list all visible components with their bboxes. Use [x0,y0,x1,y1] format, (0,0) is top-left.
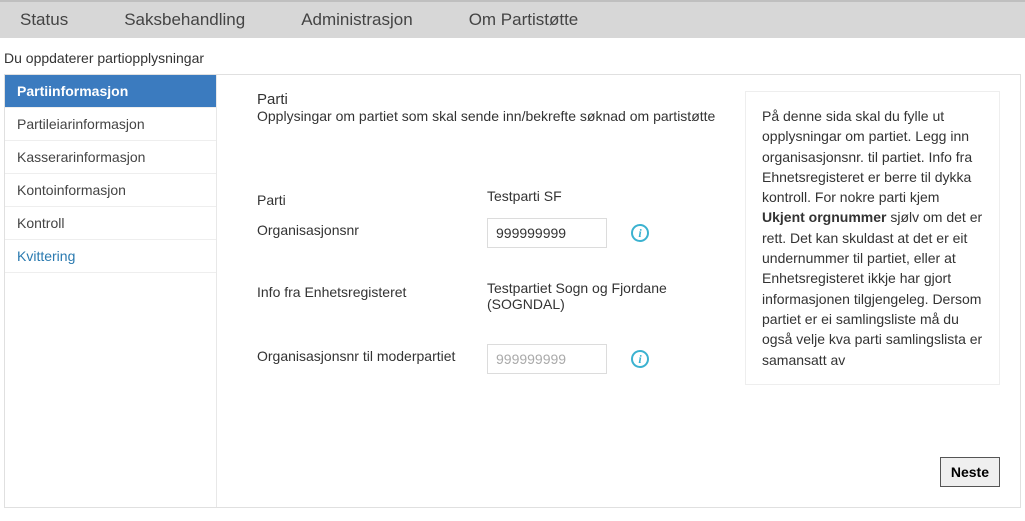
next-button[interactable]: Neste [940,457,1000,487]
help-text-1: På denne sida skal du fylle ut opplysnin… [762,108,972,205]
row-parti: Parti Testparti SF [257,188,717,208]
help-text-2: sjølv om det er rett. Det kan skuldast a… [762,209,982,367]
value-parent-orgnr-wrapper: i [487,344,717,374]
label-parent-orgnr: Organisasjonsnr til moderpartiet [257,344,487,364]
button-row: Neste [257,457,1000,487]
help-panel: På denne sida skal du fylle ut opplysnin… [745,91,1000,385]
nav-item-administrasjon[interactable]: Administrasjon [289,6,425,34]
value-orgnr-wrapper: i [487,218,717,248]
value-enreg: Testpartiet Sogn og Fjordane (SOGNDAL) [487,280,717,312]
nav-item-status[interactable]: Status [8,6,80,34]
label-orgnr: Organisasjonsnr [257,218,487,238]
input-parent-orgnr[interactable] [487,344,607,374]
help-bold: Ukjent orgnummer [762,209,886,225]
form-column: Parti Opplysingar om partiet som skal se… [257,91,717,385]
sidebar-item-kontoinformasjon[interactable]: Kontoinformasjon [5,174,216,207]
row-enreg: Info fra Enhetsregisteret Testpartiet So… [257,280,717,312]
section-header: Parti Opplysingar om partiet som skal se… [257,91,717,124]
breadcrumb: Du oppdaterer partiopplysningar [0,38,1025,74]
input-orgnr[interactable] [487,218,607,248]
row-orgnr: Organisasjonsnr i [257,218,717,248]
info-icon[interactable]: i [631,350,649,368]
content: Parti Opplysingar om partiet som skal se… [217,75,1020,507]
info-icon[interactable]: i [631,224,649,242]
sidebar-item-kasserarinformasjon[interactable]: Kasserarinformasjon [5,141,216,174]
main-container: Partiinformasjon Partileiarinformasjon K… [4,74,1021,508]
label-parti: Parti [257,188,487,208]
nav-item-saksbehandling[interactable]: Saksbehandling [112,6,257,34]
sidebar-item-partileiarinformasjon[interactable]: Partileiarinformasjon [5,108,216,141]
value-parti: Testparti SF [487,188,717,204]
label-enreg: Info fra Enhetsregisteret [257,280,487,300]
nav-item-om-partistotte[interactable]: Om Partistøtte [457,6,591,34]
sidebar-item-kvittering[interactable]: Kvittering [5,240,216,273]
top-nav: Status Saksbehandling Administrasjon Om … [0,0,1025,38]
sidebar-item-partiinformasjon[interactable]: Partiinformasjon [5,75,216,108]
sidebar: Partiinformasjon Partileiarinformasjon K… [5,75,217,507]
sidebar-item-kontroll[interactable]: Kontroll [5,207,216,240]
row-parent-orgnr: Organisasjonsnr til moderpartiet i [257,344,717,374]
section-title: Parti [257,91,717,108]
section-subtitle: Opplysingar om partiet som skal sende in… [257,108,717,124]
